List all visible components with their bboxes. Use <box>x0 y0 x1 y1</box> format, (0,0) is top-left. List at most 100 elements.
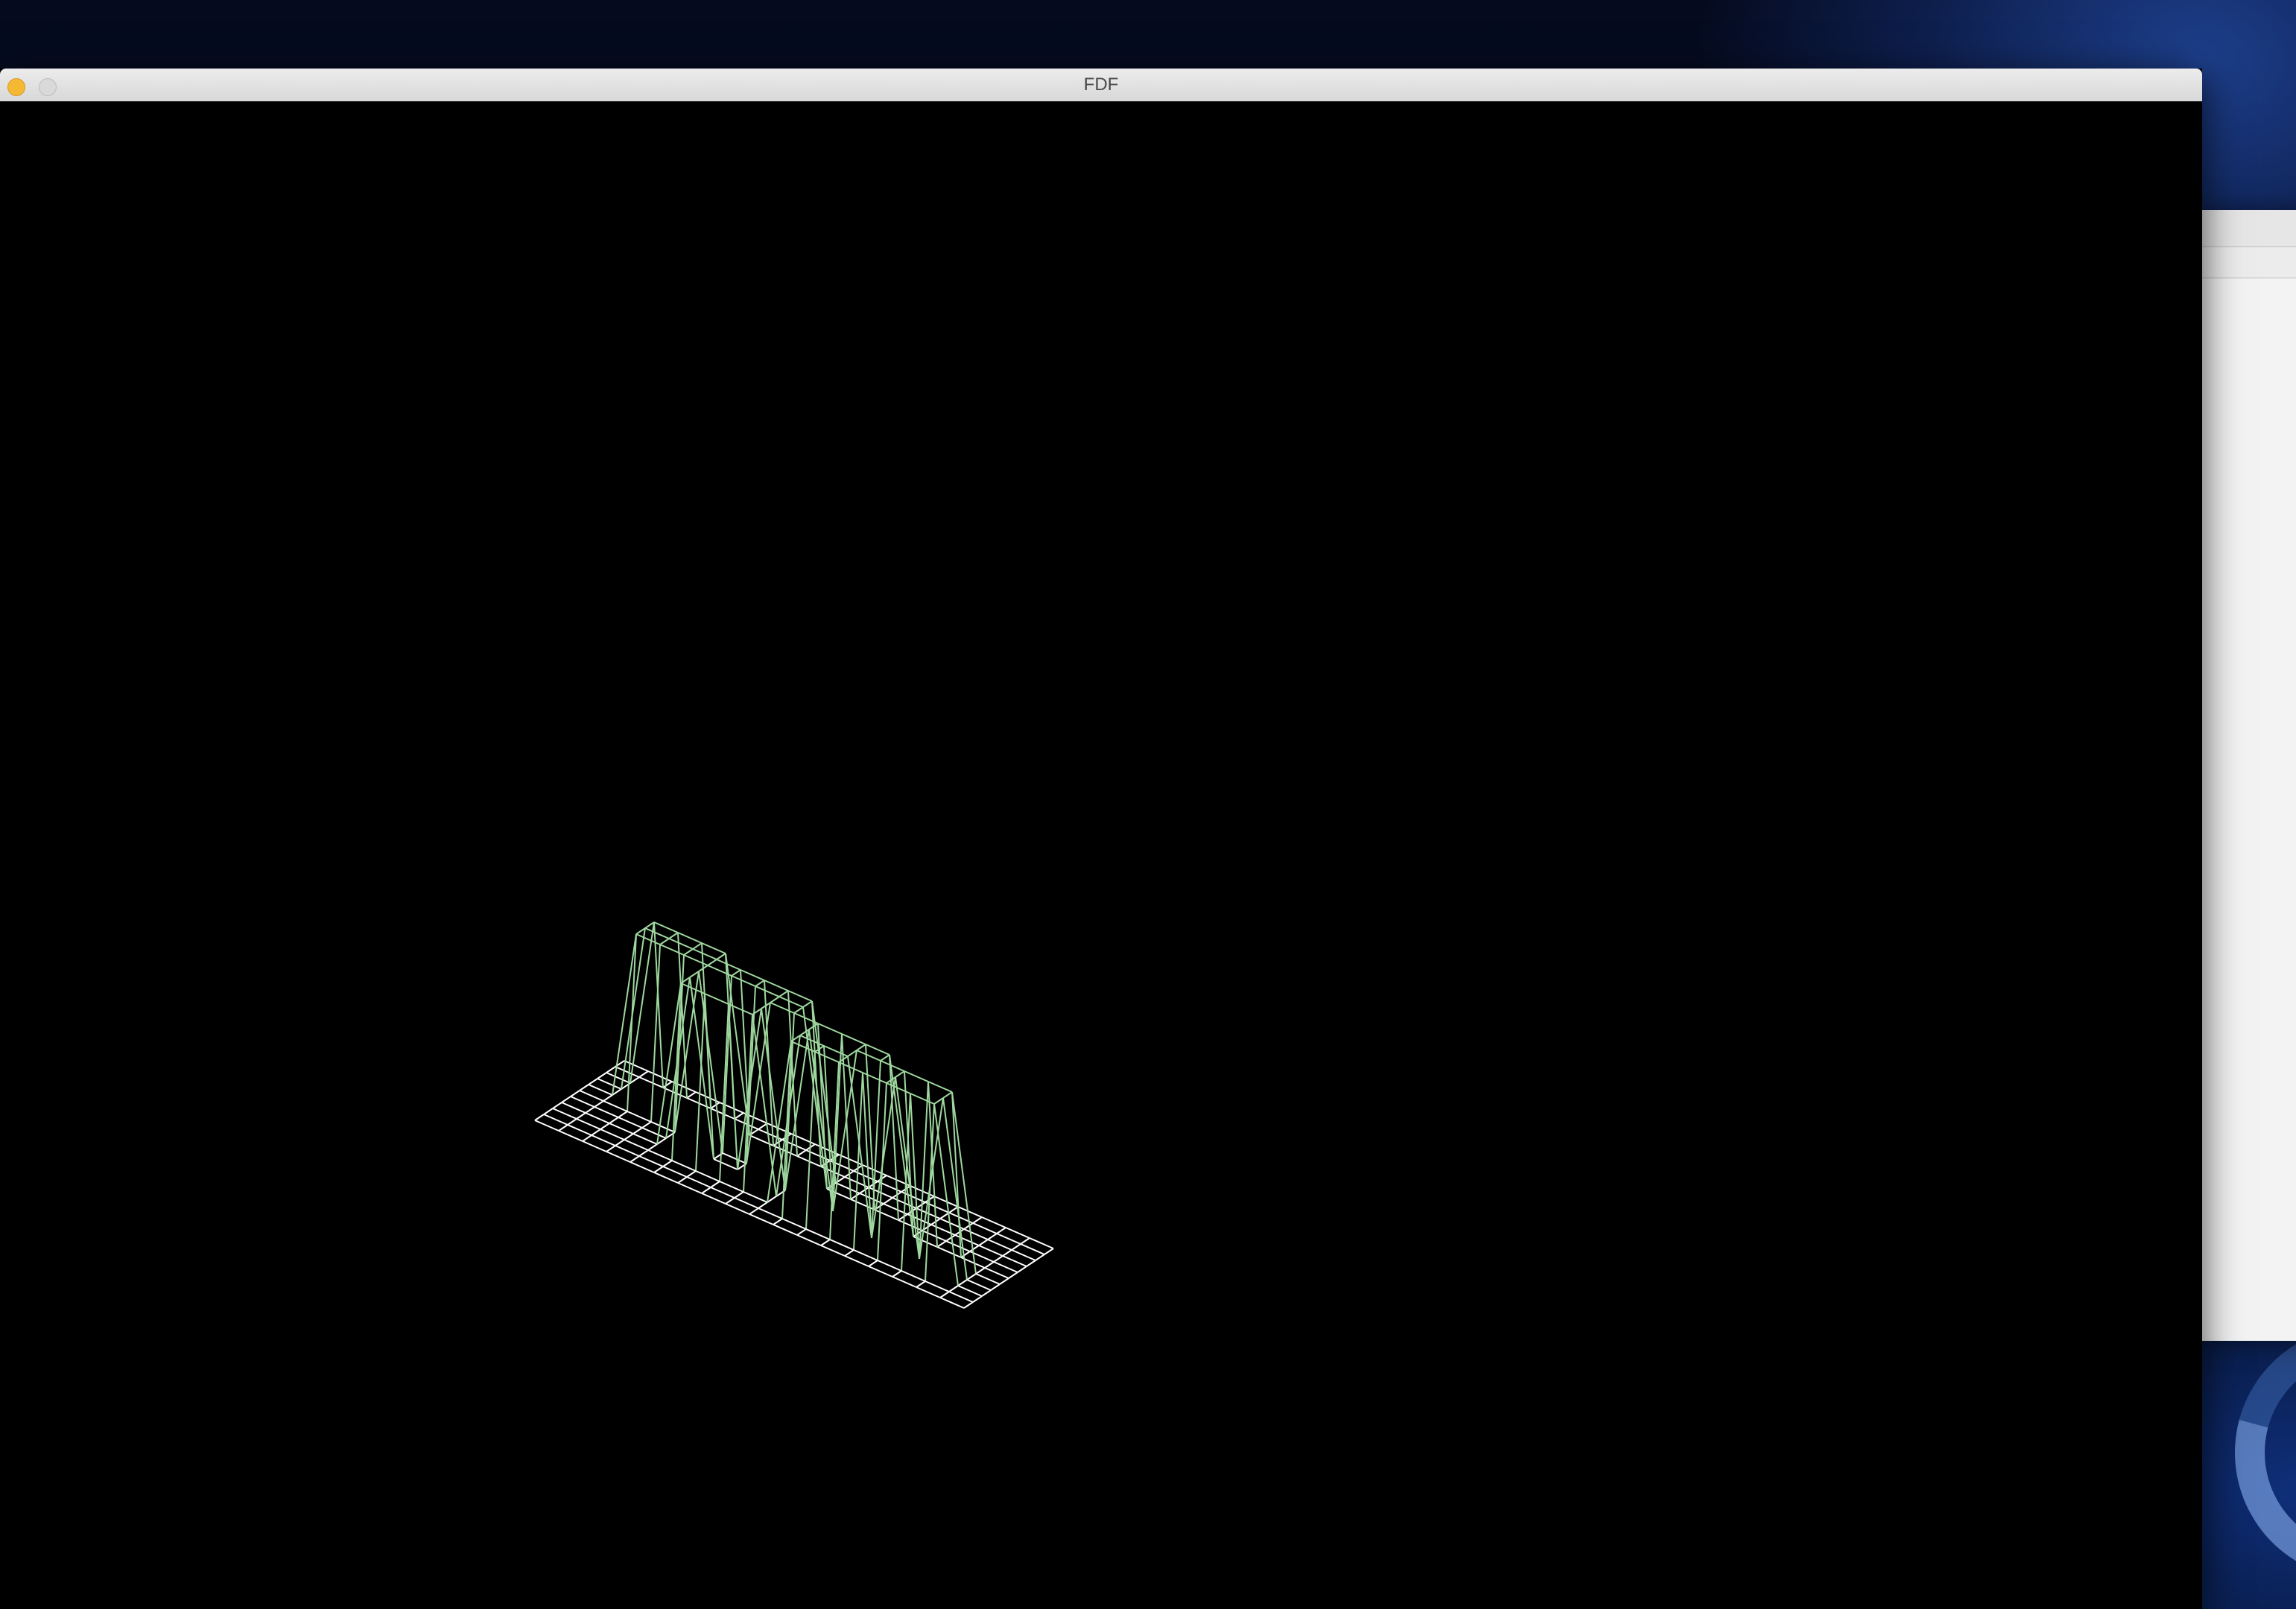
wireframe-edge <box>603 1100 628 1112</box>
wireframe-edge <box>692 948 717 960</box>
wireframe-edge <box>671 1160 697 1172</box>
wireframe-edge <box>570 1090 580 1097</box>
wireframe-edge <box>588 1078 598 1085</box>
wireframe-edge <box>948 1285 959 1292</box>
wireframe-edge <box>996 1233 1021 1245</box>
wireframe-edge <box>653 1172 679 1184</box>
wireframe-edge <box>984 1261 995 1269</box>
wireframe-edge <box>710 1187 735 1199</box>
wireframe-edge <box>755 986 780 997</box>
wireframe-edge <box>591 1134 616 1146</box>
wireframe-edge <box>990 1283 1000 1291</box>
wireframe-edge <box>638 1149 649 1157</box>
wireframe-edge <box>942 1091 953 1099</box>
wireframe-edge <box>865 1044 875 1210</box>
wireframe-edge <box>972 1222 998 1234</box>
wireframe-edge <box>939 1297 965 1309</box>
wireframe-edge <box>630 1155 640 1163</box>
wireframe-edge <box>957 1285 983 1297</box>
wireframe-edge <box>868 1266 893 1278</box>
wireframe-edge <box>895 1070 905 1078</box>
wireframe-edge <box>677 932 703 944</box>
title-bar[interactable]: FDF <box>0 69 2202 102</box>
wireframe-edge <box>713 1158 738 1170</box>
wireframe-edge <box>716 953 726 960</box>
wireframe-edge <box>606 1066 616 1073</box>
wireframe-edge <box>939 1291 950 1298</box>
wireframe-edge <box>886 1082 911 1094</box>
wireframe-edge <box>868 1260 878 1267</box>
wireframe-edge <box>957 1206 983 1218</box>
wireframe-edge <box>853 1249 878 1261</box>
wireframe-edge <box>922 1230 947 1242</box>
wireframe-edge <box>996 1227 1006 1234</box>
wireframe-edge <box>603 1094 613 1102</box>
wireframe-edge <box>594 1100 604 1108</box>
wireframe-edge <box>662 1166 688 1178</box>
wireframe-edge <box>895 1076 920 1260</box>
background-window-toolbar <box>2198 210 2296 247</box>
wireframe-edge <box>880 1060 905 1072</box>
wireframe-edge <box>558 1124 568 1132</box>
wireframe-edge <box>582 1140 607 1152</box>
wireframe-edge <box>841 1033 866 1045</box>
window-title: FDF <box>1083 74 1119 95</box>
wireframe-edge <box>630 1161 655 1173</box>
fdf-render-canvas[interactable] <box>0 101 2202 1609</box>
wireframe-edge <box>844 1249 854 1257</box>
wireframe-edge <box>981 1216 1006 1228</box>
wireframe-edge <box>686 1091 697 1099</box>
wireframe-edge <box>975 1267 986 1275</box>
wireframe-edge <box>951 1091 977 1275</box>
wireframe-edge <box>615 1145 640 1157</box>
wireframe-edge <box>653 1166 664 1173</box>
wireframe-edge <box>993 1261 1018 1273</box>
wireframe-edge <box>978 1239 989 1246</box>
wireframe-edge <box>823 1045 834 1212</box>
wireframe-edge <box>1026 1260 1036 1267</box>
wireframe-edge <box>543 1114 568 1126</box>
wireframe-edge <box>638 1076 664 1088</box>
wireframe-edge <box>820 1245 846 1257</box>
wireframe-edge <box>659 944 685 956</box>
wireframe-edge <box>1029 1237 1054 1249</box>
wireframe-edge <box>576 1118 601 1130</box>
wireframe-edge <box>796 1228 807 1236</box>
wireframe-edge <box>624 1060 649 1072</box>
wireframe-edge <box>597 1072 607 1079</box>
wireframe-edge <box>722 1152 747 1164</box>
wireframe-edge <box>552 1102 562 1109</box>
wireframe-edge <box>966 1273 977 1280</box>
wireframe-edge <box>874 1209 899 1221</box>
wireframe-edge <box>627 1111 652 1123</box>
wireframe-edge <box>862 1072 887 1084</box>
wireframe-edge <box>701 1187 711 1194</box>
wireframe-edge <box>650 944 661 1123</box>
wireframe-edge <box>1008 1272 1018 1279</box>
background-window[interactable] <box>2198 210 2296 1341</box>
wireframe-edge <box>677 1182 703 1194</box>
wireframe-edge <box>719 1181 744 1193</box>
wireframe-edge <box>638 1155 664 1167</box>
wireframe-edge <box>796 1234 822 1246</box>
wireframe-edge <box>862 1072 872 1239</box>
wireframe-edge <box>901 1270 926 1282</box>
wireframe-edge <box>954 1234 980 1246</box>
wireframe-edge <box>948 1291 974 1303</box>
wireframe-edge <box>641 1127 667 1139</box>
wireframe-edge <box>898 1213 908 1221</box>
wireframe-edge <box>725 1203 750 1215</box>
wireframe-edge <box>749 1213 774 1225</box>
wireframe-edge <box>647 1143 658 1151</box>
wireframe-edge <box>975 1273 1000 1285</box>
wireframe-edge <box>606 1151 631 1163</box>
wireframe-edge <box>910 1093 920 1260</box>
wireframe-edge <box>624 1139 649 1151</box>
wireframe-edge <box>609 1117 619 1124</box>
wireframe-edge <box>981 1289 992 1297</box>
wireframe-edge <box>811 1000 837 1184</box>
wireframe-edge <box>960 1251 971 1258</box>
wireframe-edge <box>999 1278 1009 1285</box>
wireframe-edge <box>683 948 694 956</box>
wireframe-edge <box>1002 1255 1027 1267</box>
